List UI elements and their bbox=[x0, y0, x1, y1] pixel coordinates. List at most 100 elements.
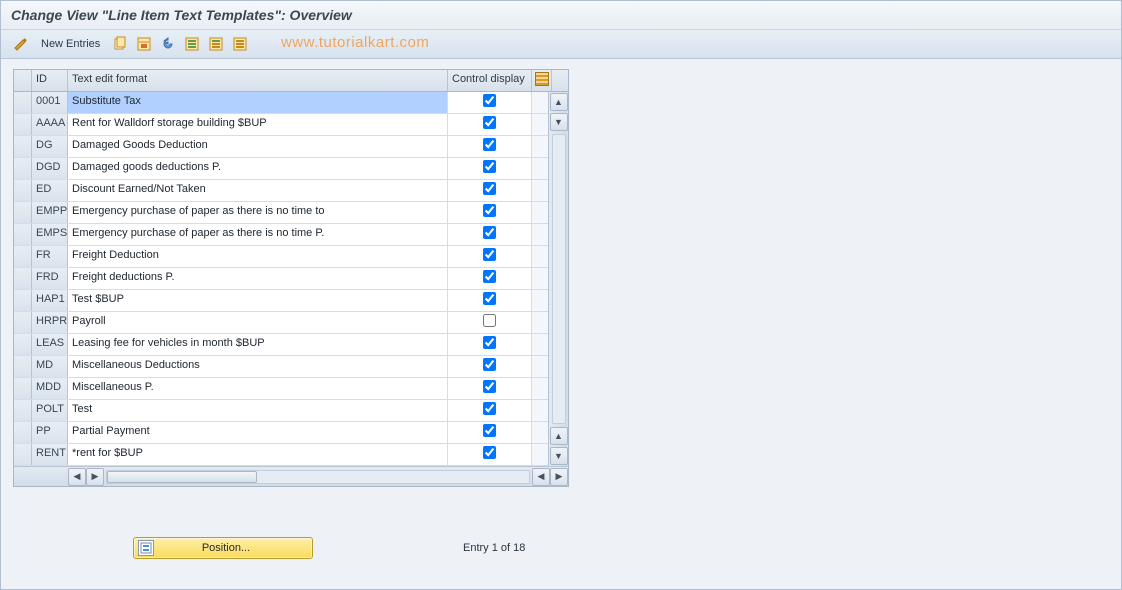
row-selector[interactable] bbox=[14, 356, 32, 377]
cell-id[interactable]: AAAA bbox=[32, 114, 68, 135]
table-row: POLTTest bbox=[14, 400, 568, 422]
table-row: 0001Substitute Tax bbox=[14, 92, 568, 114]
scroll-right-icon[interactable]: ▶ bbox=[550, 468, 568, 486]
row-selector[interactable] bbox=[14, 202, 32, 223]
cell-text-format[interactable]: Substitute Tax bbox=[68, 92, 448, 113]
cell-text-format[interactable]: Miscellaneous Deductions bbox=[68, 356, 448, 377]
scroll-down-step-icon[interactable]: ▼ bbox=[550, 113, 568, 131]
cell-id[interactable]: LEAS bbox=[32, 334, 68, 355]
row-selector[interactable] bbox=[14, 158, 32, 179]
cell-id[interactable]: DG bbox=[32, 136, 68, 157]
scroll-left-icon[interactable]: ◀ bbox=[68, 468, 86, 486]
cell-text-format[interactable]: Emergency purchase of paper as there is … bbox=[68, 202, 448, 223]
control-display-checkbox[interactable] bbox=[483, 226, 496, 239]
position-button[interactable]: Position... bbox=[133, 537, 313, 559]
vertical-scrollbar[interactable]: ▲ ▼ ▲ ▼ bbox=[548, 92, 568, 466]
cell-id[interactable]: EMPP bbox=[32, 202, 68, 223]
scroll-left-step-icon[interactable]: ◀ bbox=[532, 468, 550, 486]
cell-text-format[interactable]: Leasing fee for vehicles in month $BUP bbox=[68, 334, 448, 355]
cell-text-format[interactable]: Rent for Walldorf storage building $BUP bbox=[68, 114, 448, 135]
cell-id[interactable]: HAP1 bbox=[32, 290, 68, 311]
cell-text-format[interactable]: Discount Earned/Not Taken bbox=[68, 180, 448, 201]
control-display-checkbox[interactable] bbox=[483, 160, 496, 173]
cell-id[interactable]: PP bbox=[32, 422, 68, 443]
control-display-checkbox[interactable] bbox=[483, 314, 496, 327]
cell-id[interactable]: RENT bbox=[32, 444, 68, 465]
control-display-checkbox[interactable] bbox=[483, 138, 496, 151]
toggle-icon[interactable] bbox=[11, 34, 31, 54]
cell-id[interactable]: DGD bbox=[32, 158, 68, 179]
deselect-all-icon[interactable] bbox=[230, 34, 250, 54]
row-selector[interactable] bbox=[14, 444, 32, 465]
control-display-checkbox[interactable] bbox=[483, 248, 496, 261]
scroll-up-step-icon[interactable]: ▲ bbox=[550, 427, 568, 445]
row-selector[interactable] bbox=[14, 334, 32, 355]
cell-text-format[interactable]: Test bbox=[68, 400, 448, 421]
cell-text-format[interactable]: Miscellaneous P. bbox=[68, 378, 448, 399]
cell-text-format[interactable]: Partial Payment bbox=[68, 422, 448, 443]
row-selector[interactable] bbox=[14, 268, 32, 289]
control-display-checkbox[interactable] bbox=[483, 292, 496, 305]
cell-text-format[interactable]: Test $BUP bbox=[68, 290, 448, 311]
cell-control-display bbox=[448, 378, 532, 399]
control-display-checkbox[interactable] bbox=[483, 270, 496, 283]
cell-text-format[interactable]: Emergency purchase of paper as there is … bbox=[68, 224, 448, 245]
control-display-checkbox[interactable] bbox=[483, 94, 496, 107]
select-block-icon[interactable] bbox=[206, 34, 226, 54]
scroll-up-icon[interactable]: ▲ bbox=[550, 93, 568, 111]
table-row: EMPSEmergency purchase of paper as there… bbox=[14, 224, 568, 246]
cell-id[interactable]: 0001 bbox=[32, 92, 68, 113]
row-selector[interactable] bbox=[14, 422, 32, 443]
header-id[interactable]: ID bbox=[32, 70, 68, 91]
row-selector[interactable] bbox=[14, 180, 32, 201]
control-display-checkbox[interactable] bbox=[483, 336, 496, 349]
row-selector[interactable] bbox=[14, 290, 32, 311]
select-all-icon[interactable] bbox=[182, 34, 202, 54]
cell-id[interactable]: HRPR bbox=[32, 312, 68, 333]
header-select-all[interactable] bbox=[14, 70, 32, 91]
control-display-checkbox[interactable] bbox=[483, 358, 496, 371]
new-entries-button[interactable]: New Entries bbox=[35, 36, 106, 52]
control-display-checkbox[interactable] bbox=[483, 446, 496, 459]
row-selector[interactable] bbox=[14, 114, 32, 135]
copy-icon[interactable] bbox=[110, 34, 130, 54]
hscroll-thumb[interactable] bbox=[107, 471, 257, 483]
cell-text-format[interactable]: Freight deductions P. bbox=[68, 268, 448, 289]
scroll-right-step-icon[interactable]: ▶ bbox=[86, 468, 104, 486]
row-selector[interactable] bbox=[14, 224, 32, 245]
footer: Position... Entry 1 of 18 bbox=[13, 537, 1109, 559]
header-text-format[interactable]: Text edit format bbox=[68, 70, 448, 91]
control-display-checkbox[interactable] bbox=[483, 402, 496, 415]
cell-text-format[interactable]: *rent for $BUP bbox=[68, 444, 448, 465]
header-control-display[interactable]: Control display bbox=[448, 70, 532, 91]
row-selector[interactable] bbox=[14, 92, 32, 113]
cell-id[interactable]: POLT bbox=[32, 400, 68, 421]
control-display-checkbox[interactable] bbox=[483, 116, 496, 129]
scroll-down-icon[interactable]: ▼ bbox=[550, 447, 568, 465]
hscroll-track[interactable] bbox=[106, 470, 530, 484]
cell-text-format[interactable]: Payroll bbox=[68, 312, 448, 333]
control-display-checkbox[interactable] bbox=[483, 424, 496, 437]
cell-id[interactable]: EMPS bbox=[32, 224, 68, 245]
control-display-checkbox[interactable] bbox=[483, 380, 496, 393]
vscroll-track[interactable] bbox=[552, 134, 566, 424]
cell-id[interactable]: MDD bbox=[32, 378, 68, 399]
cell-text-format[interactable]: Freight Deduction bbox=[68, 246, 448, 267]
control-display-checkbox[interactable] bbox=[483, 204, 496, 217]
cell-text-format[interactable]: Damaged goods deductions P. bbox=[68, 158, 448, 179]
row-selector[interactable] bbox=[14, 312, 32, 333]
row-selector[interactable] bbox=[14, 400, 32, 421]
cell-id[interactable]: FR bbox=[32, 246, 68, 267]
horizontal-scrollbar[interactable]: ◀ ▶ ◀ ▶ bbox=[14, 466, 568, 486]
undo-icon[interactable] bbox=[158, 34, 178, 54]
cell-id[interactable]: ED bbox=[32, 180, 68, 201]
cell-text-format[interactable]: Damaged Goods Deduction bbox=[68, 136, 448, 157]
row-selector[interactable] bbox=[14, 246, 32, 267]
row-selector[interactable] bbox=[14, 378, 32, 399]
delete-icon[interactable] bbox=[134, 34, 154, 54]
cell-id[interactable]: MD bbox=[32, 356, 68, 377]
control-display-checkbox[interactable] bbox=[483, 182, 496, 195]
cell-id[interactable]: FRD bbox=[32, 268, 68, 289]
header-configure-icon[interactable] bbox=[532, 70, 552, 91]
row-selector[interactable] bbox=[14, 136, 32, 157]
